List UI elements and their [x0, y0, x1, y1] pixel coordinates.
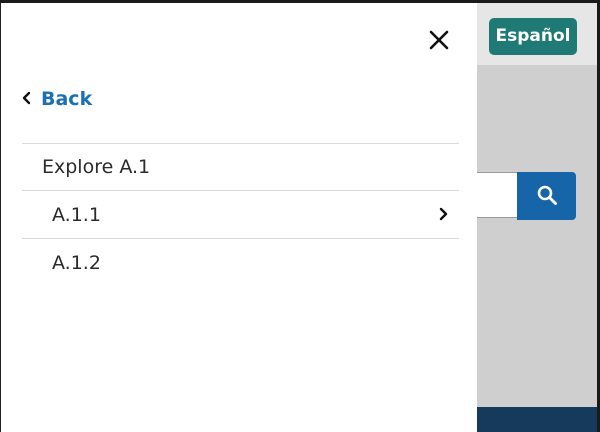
page-background: Español Back Explore A.1 A.1.1 A.1.2 — [0, 0, 600, 432]
back-label: Back — [41, 88, 93, 110]
menu-item-a-1-1[interactable]: A.1.1 — [22, 190, 459, 238]
menu-item-label: A.1.2 — [52, 251, 101, 274]
submenu-title-text: Explore A.1 — [42, 156, 151, 178]
language-toggle-button[interactable]: Español — [489, 18, 577, 55]
search-button[interactable] — [517, 172, 576, 220]
submenu-title: Explore A.1 — [22, 143, 459, 190]
back-link[interactable]: Back — [21, 85, 92, 113]
close-button[interactable] — [425, 28, 453, 56]
menu-item-a-1-2[interactable]: A.1.2 — [22, 238, 459, 286]
menu-item-label: A.1.1 — [52, 203, 101, 226]
close-icon — [429, 30, 449, 54]
chevron-right-icon — [439, 204, 449, 226]
search-icon — [535, 183, 559, 210]
chevron-left-icon — [21, 90, 31, 109]
navigation-drawer: Back Explore A.1 A.1.1 A.1.2 — [0, 3, 477, 432]
submenu-list: Explore A.1 A.1.1 A.1.2 — [22, 143, 459, 286]
